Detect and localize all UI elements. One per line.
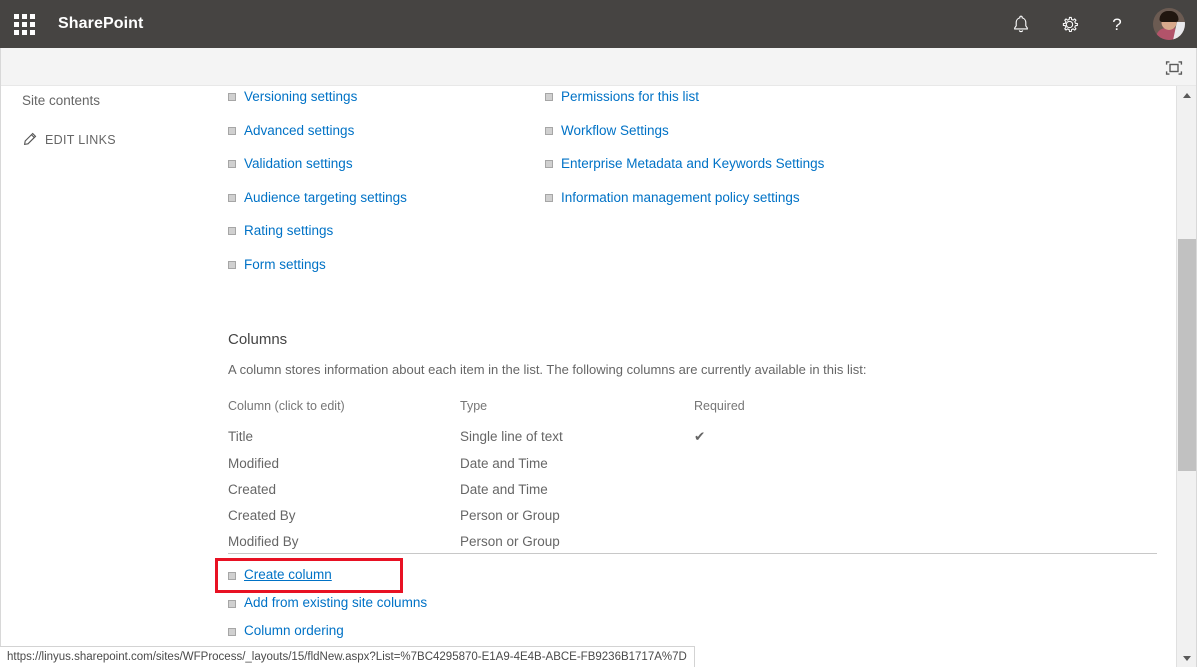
link-create-column[interactable]: Create column: [244, 567, 332, 583]
action-link-row[interactable]: Add from existing site columns: [228, 595, 427, 611]
nav-item-site-contents[interactable]: Site contents: [22, 93, 100, 108]
link-workflow-settings[interactable]: Workflow Settings: [561, 122, 669, 139]
suite-bar-actions: ?: [997, 0, 1197, 48]
settings-link-row[interactable]: Workflow Settings: [545, 122, 824, 139]
main-content: Versioning settings Advanced settings Va…: [212, 86, 1175, 667]
action-link-row[interactable]: Create column: [228, 567, 427, 583]
settings-link-row[interactable]: Form settings: [228, 256, 407, 273]
link-audience-targeting-settings[interactable]: Audience targeting settings: [244, 189, 407, 206]
cell-column-name[interactable]: Created: [228, 482, 460, 508]
square-bullet-icon: [545, 160, 553, 168]
settings-links-left-column: Versioning settings Advanced settings Va…: [228, 88, 407, 289]
settings-link-row[interactable]: Permissions for this list: [545, 88, 824, 105]
table-row[interactable]: Modified Date and Time: [228, 456, 928, 482]
cell-column-type: Date and Time: [460, 482, 548, 497]
header-column-required: Required: [694, 399, 745, 413]
square-bullet-icon: [545, 126, 553, 135]
settings-button[interactable]: [1045, 0, 1093, 48]
settings-link-row[interactable]: Advanced settings: [228, 122, 407, 139]
settings-links-right-column: Permissions for this list Workflow Setti…: [545, 88, 824, 222]
square-bullet-icon: [228, 93, 236, 101]
cell-column-type: Person or Group: [460, 534, 560, 549]
section-divider: [228, 553, 1157, 554]
scroll-up-arrow-icon: [1183, 92, 1191, 98]
settings-link-row[interactable]: Information management policy settings: [545, 189, 824, 206]
square-bullet-icon: [228, 572, 236, 580]
cell-column-name[interactable]: Modified: [228, 456, 460, 482]
settings-link-row[interactable]: Versioning settings: [228, 88, 407, 105]
pencil-icon: [23, 132, 37, 146]
settings-link-row[interactable]: Rating settings: [228, 222, 407, 239]
bell-icon: [1014, 15, 1028, 32]
columns-table: Column (click to edit) Type Required Tit…: [228, 399, 928, 560]
left-navigation: Site contents EDIT LINKS: [0, 86, 212, 667]
table-row[interactable]: Modified By Person or Group: [228, 534, 928, 560]
columns-description: A column stores information about each i…: [228, 362, 867, 377]
notifications-button[interactable]: [997, 0, 1045, 48]
link-permissions-for-this-list[interactable]: Permissions for this list: [561, 88, 699, 105]
link-enterprise-metadata-and-keywords-settings[interactable]: Enterprise Metadata and Keywords Setting…: [561, 155, 824, 172]
page-top-band: [0, 48, 1197, 86]
columns-heading: Columns: [228, 331, 288, 348]
cell-column-type: Single line of text: [460, 429, 563, 444]
suite-bar: SharePoint ?: [0, 0, 1197, 48]
link-validation-settings[interactable]: Validation settings: [244, 155, 353, 172]
header-column-name: Column (click to edit): [228, 399, 345, 413]
cell-column-type: Person or Group: [460, 508, 560, 523]
page-left-border: [0, 48, 1, 667]
scroll-down-arrow-icon: [1183, 655, 1191, 661]
edit-links-button[interactable]: EDIT LINKS: [22, 132, 116, 147]
required-check-icon: ✔: [694, 429, 706, 444]
square-bullet-icon: [228, 193, 236, 202]
link-form-settings[interactable]: Form settings: [244, 256, 326, 273]
settings-link-row[interactable]: Audience targeting settings: [228, 189, 407, 206]
link-column-ordering[interactable]: Column ordering: [244, 623, 344, 639]
vertical-scrollbar[interactable]: [1176, 86, 1197, 667]
scroll-down-button[interactable]: [1177, 649, 1197, 667]
square-bullet-icon: [228, 600, 236, 608]
header-column-type: Type: [460, 399, 488, 413]
square-bullet-icon: [228, 260, 236, 269]
table-header-row: Column (click to edit) Type Required: [228, 399, 928, 429]
link-add-from-existing-site-columns[interactable]: Add from existing site columns: [244, 595, 427, 611]
scrollbar-thumb[interactable]: [1178, 239, 1197, 471]
cell-column-name[interactable]: Created By: [228, 508, 460, 534]
scroll-up-button[interactable]: [1177, 86, 1197, 104]
status-bar-url: https://linyus.sharepoint.com/sites/WFPr…: [7, 651, 687, 663]
svg-text:?: ?: [1112, 15, 1121, 34]
question-mark-icon: ?: [1112, 15, 1121, 34]
gear-icon: [1062, 16, 1078, 32]
link-advanced-settings[interactable]: Advanced settings: [244, 122, 354, 139]
waffle-grid-icon: [13, 13, 35, 35]
browser-status-bar: https://linyus.sharepoint.com/sites/WFPr…: [0, 646, 695, 667]
app-launcher-button[interactable]: [0, 0, 48, 48]
table-row[interactable]: Created Date and Time: [228, 482, 928, 508]
action-link-row[interactable]: Column ordering: [228, 623, 427, 639]
focus-on-content-icon: [1165, 61, 1183, 75]
link-rating-settings[interactable]: Rating settings: [244, 222, 333, 239]
link-versioning-settings[interactable]: Versioning settings: [244, 88, 357, 105]
square-bullet-icon: [228, 126, 236, 135]
sharepoint-brand-link[interactable]: SharePoint: [58, 15, 143, 33]
cell-column-name[interactable]: Modified By: [228, 534, 460, 560]
cell-column-name[interactable]: Title: [228, 429, 460, 456]
focus-on-content-button[interactable]: [1161, 57, 1187, 79]
square-bullet-icon: [228, 628, 236, 636]
avatar: [1153, 8, 1185, 40]
cell-column-type: Date and Time: [460, 456, 548, 471]
square-bullet-icon: [228, 227, 236, 235]
table-row[interactable]: Created By Person or Group: [228, 508, 928, 534]
settings-link-row[interactable]: Enterprise Metadata and Keywords Setting…: [545, 155, 824, 172]
square-bullet-icon: [545, 193, 553, 202]
help-button[interactable]: ?: [1093, 0, 1141, 48]
square-bullet-icon: [545, 93, 553, 101]
settings-link-row[interactable]: Validation settings: [228, 155, 407, 172]
columns-section: Columns A column stores information abou…: [228, 331, 1163, 560]
link-information-management-policy-settings[interactable]: Information management policy settings: [561, 189, 800, 206]
edit-links-label: EDIT LINKS: [45, 132, 116, 147]
user-account-button[interactable]: [1141, 0, 1197, 48]
square-bullet-icon: [228, 160, 236, 168]
table-row[interactable]: Title Single line of text ✔: [228, 429, 928, 456]
